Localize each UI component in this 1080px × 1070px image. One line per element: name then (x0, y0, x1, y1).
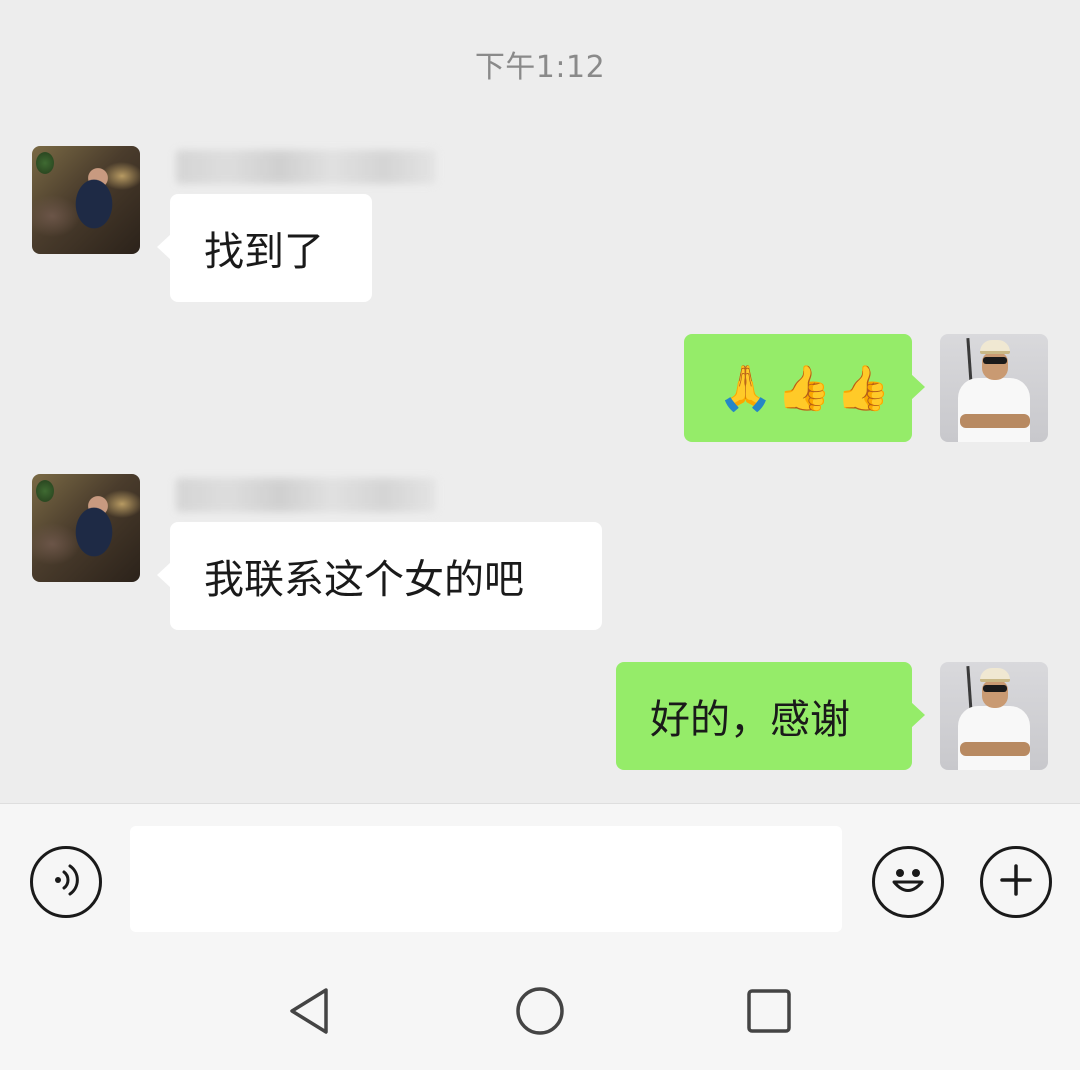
message-text: 找到了 (204, 229, 324, 275)
my-avatar[interactable] (940, 334, 1048, 442)
outgoing-message-bubble[interactable]: 🙏👍👍 (684, 334, 925, 442)
recent-apps-icon (745, 987, 793, 1039)
my-avatar[interactable] (940, 662, 1048, 770)
chat-message-list[interactable]: 下午1:12 找到了 🙏👍👍 我联系这个女的吧 好的，感谢 (0, 0, 1080, 803)
message-text: 好的，感谢 (650, 697, 850, 743)
avatar-sunglasses (983, 685, 1007, 692)
avatar-cap (980, 340, 1010, 354)
avatar-sunglasses (983, 357, 1007, 364)
sender-name-blurred (176, 150, 436, 184)
chat-screen: 下午1:12 找到了 🙏👍👍 我联系这个女的吧 好的，感谢 (0, 0, 1080, 1070)
message-text: 我联系这个女的吧 (204, 557, 524, 603)
avatar-arms (960, 742, 1030, 756)
more-options-button[interactable] (980, 846, 1052, 918)
outgoing-message-bubble[interactable]: 好的，感谢 (616, 662, 925, 770)
contact-avatar[interactable] (32, 146, 140, 254)
message-text-field[interactable] (130, 826, 842, 932)
message-timestamp: 下午1:12 (474, 50, 606, 85)
avatar-cap (980, 668, 1010, 682)
home-icon (514, 985, 566, 1041)
avatar-shirt (958, 378, 1030, 442)
voice-input-button[interactable] (30, 846, 102, 918)
avatar-arms (960, 414, 1030, 428)
voice-icon (46, 860, 86, 904)
sender-name-blurred (176, 478, 436, 512)
nav-back-button[interactable] (282, 986, 336, 1040)
plus-icon (996, 860, 1036, 904)
message-input-bar (0, 803, 1080, 953)
emoji-button[interactable] (872, 846, 944, 918)
incoming-message-bubble[interactable]: 找到了 (157, 194, 372, 302)
nav-home-button[interactable] (513, 986, 567, 1040)
emoji-icon (883, 855, 933, 909)
incoming-message-bubble[interactable]: 我联系这个女的吧 (157, 522, 602, 630)
back-icon (286, 986, 332, 1040)
contact-avatar[interactable] (32, 474, 140, 582)
nav-recent-apps-button[interactable] (742, 986, 796, 1040)
system-navigation-bar (0, 953, 1080, 1070)
avatar-shirt (958, 706, 1030, 770)
message-text: 🙏👍👍 (718, 363, 895, 414)
